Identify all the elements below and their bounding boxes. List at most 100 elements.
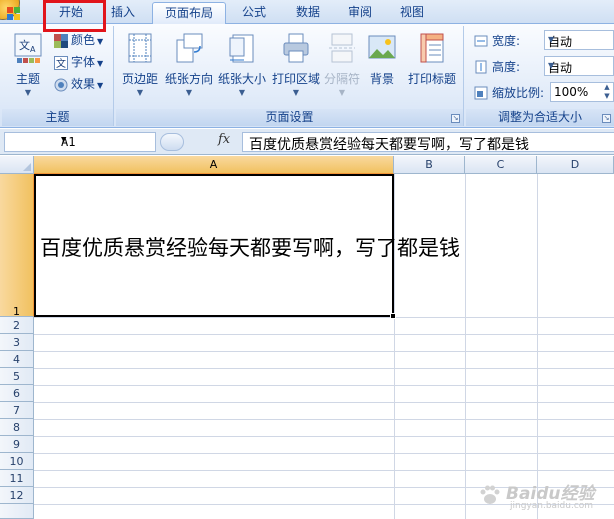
name-box[interactable]: A1 ▼ [4, 132, 156, 152]
tab-insert[interactable]: 插入 [100, 2, 146, 24]
print-titles-icon [417, 32, 447, 64]
excel-window: 开始 插入 页面布局 公式 数据 审阅 视图 文 A 主题 ▼ 颜色 ▼ 文 字… [0, 0, 614, 519]
svg-text:A: A [30, 45, 36, 54]
theme-fonts-label: 字体 [71, 55, 96, 69]
chevron-down-icon: ▼ [97, 81, 104, 90]
width-row: 宽度: 自动 ▼ [474, 30, 614, 52]
tab-formulas[interactable]: 公式 [232, 2, 276, 24]
themes-icon: 文 A [13, 32, 43, 64]
chevron-down-icon: ▼ [136, 88, 144, 97]
print-area-label: 打印区域 [271, 72, 320, 86]
gridline [537, 174, 538, 519]
scale-row: 缩放比例: 100% ▲ ▼ [474, 82, 614, 104]
chevron-down-icon: ▼ [97, 37, 104, 46]
row-header-4[interactable]: 4 [0, 351, 34, 368]
height-select[interactable]: 自动 ▼ [544, 56, 614, 76]
scale-to-fit-group: 宽度: 自动 ▼ 高度: 自动 ▼ 缩放比例: 100% ▲ ▼ 调整为合适大小… [466, 26, 614, 126]
row-header-6[interactable]: 6 [0, 385, 34, 402]
chevron-down-icon: ▼ [185, 88, 193, 97]
breaks-button[interactable]: 分隔符 ▼ [322, 30, 362, 106]
orientation-label: 纸张方向 [164, 72, 213, 86]
formula-input[interactable]: 百度优质悬赏经验每天都要写啊，写了都是钱 [242, 132, 614, 153]
row-header-1[interactable]: 1 [0, 174, 34, 318]
themes-button[interactable]: 文 A 主题 ▼ [6, 30, 50, 106]
theme-colors-button[interactable]: 颜色 ▼ [54, 30, 103, 50]
paper-size-button[interactable]: 纸张大小 ▼ [216, 30, 268, 106]
gridline [34, 470, 614, 471]
spin-down-icon[interactable]: ▼ [602, 92, 612, 101]
themes-group-label: 主题 [2, 109, 113, 126]
theme-colors-label: 颜色 [71, 33, 96, 47]
scale-icon [474, 86, 488, 100]
chevron-down-icon: ▼ [61, 135, 67, 145]
chevron-down-icon: ▼ [97, 59, 104, 68]
svg-text:文: 文 [19, 38, 30, 52]
formula-bar-splitter[interactable] [160, 133, 184, 151]
paper-size-label: 纸张大小 [217, 72, 266, 86]
insert-function-icon[interactable]: fx [218, 132, 230, 147]
row-header-5[interactable]: 5 [0, 368, 34, 385]
gridline [394, 174, 395, 519]
row-header-3[interactable]: 3 [0, 334, 34, 351]
orientation-button[interactable]: 纸张方向 ▼ [164, 30, 214, 106]
tab-page-layout[interactable]: 页面布局 [152, 2, 226, 25]
width-label: 宽度: [492, 34, 521, 48]
print-area-button[interactable]: 打印区域 ▼ [270, 30, 322, 106]
row-header-11[interactable]: 11 [0, 470, 34, 487]
tab-review[interactable]: 审阅 [338, 2, 382, 24]
column-header-d[interactable]: D [537, 156, 614, 174]
row-header-12[interactable]: 12 [0, 487, 34, 504]
tab-view[interactable]: 视图 [390, 2, 434, 24]
select-all-button[interactable] [0, 156, 34, 174]
office-button[interactable] [0, 0, 20, 20]
baidu-watermark: Baidu经验 jingyan.baidu.com [476, 479, 606, 513]
themes-button-label: 主题 [15, 72, 40, 86]
row-header-13[interactable] [0, 504, 34, 519]
fill-handle[interactable] [390, 313, 396, 319]
height-label: 高度: [492, 60, 521, 74]
palette-icon [54, 33, 68, 48]
row-header-10[interactable]: 10 [0, 453, 34, 470]
theme-fonts-button[interactable]: 文 字体 ▼ [54, 52, 103, 72]
row-header-9[interactable]: 9 [0, 436, 34, 453]
row-header-2[interactable]: 2 [0, 317, 34, 334]
office-logo-part [7, 14, 13, 20]
worksheet-grid[interactable]: A B C D 1 2 3 4 5 6 7 8 9 10 11 12 百度优质悬… [0, 156, 614, 519]
background-button[interactable]: 背景 [364, 30, 400, 106]
row-header-8[interactable]: 8 [0, 419, 34, 436]
chevron-down-icon: ▼ [548, 35, 555, 44]
tab-data[interactable]: 数据 [284, 2, 332, 24]
margins-label: 页边距 [121, 72, 158, 86]
margins-button[interactable]: 页边距 ▼ [118, 30, 162, 106]
gridline [34, 351, 614, 352]
chevron-down-icon: ▼ [238, 88, 246, 97]
column-header-c[interactable]: C [465, 156, 537, 174]
themes-group: 文 A 主题 ▼ 颜色 ▼ 文 字体 ▼ 效果 ▼ 主题 [2, 26, 114, 126]
theme-effects-label: 效果 [71, 77, 96, 91]
print-titles-button[interactable]: 打印标题 [404, 30, 460, 106]
office-logo-part [14, 14, 20, 20]
chevron-down-icon: ▼ [548, 61, 555, 70]
watermark-url: jingyan.baidu.com [510, 501, 594, 511]
background-label: 背景 [369, 72, 394, 86]
scale-dialog-launcher-icon[interactable]: ↘ [602, 114, 611, 123]
scale-spinner[interactable]: 100% ▲ ▼ [550, 82, 614, 102]
gridline [34, 436, 614, 437]
margins-icon [125, 32, 155, 64]
print-titles-label: 打印标题 [407, 72, 456, 86]
paper-size-icon [227, 32, 257, 64]
page-setup-group-label: 页面设置 [116, 109, 463, 126]
orientation-icon [174, 32, 204, 64]
width-select[interactable]: 自动 ▼ [544, 30, 614, 50]
gridline [34, 402, 614, 403]
font-icon: 文 [54, 55, 68, 70]
spin-up-icon[interactable]: ▲ [602, 83, 612, 92]
theme-effects-button[interactable]: 效果 ▼ [54, 74, 103, 94]
chevron-down-icon: ▼ [24, 88, 32, 97]
column-header-a[interactable]: A [34, 156, 394, 174]
column-header-b[interactable]: B [394, 156, 465, 174]
row-header-7[interactable]: 7 [0, 402, 34, 419]
svg-text:文: 文 [56, 57, 66, 70]
height-icon [474, 60, 488, 74]
page-setup-dialog-launcher-icon[interactable]: ↘ [451, 114, 460, 123]
